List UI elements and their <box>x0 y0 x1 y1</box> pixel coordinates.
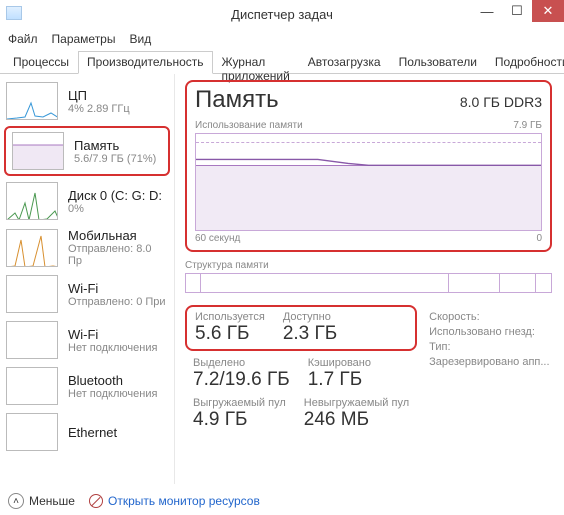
app-icon <box>6 6 22 20</box>
cpu-title: ЦП <box>68 88 130 103</box>
wifi2-mini-graph <box>6 321 58 359</box>
usage-label: Использование памяти <box>195 120 303 131</box>
available-label: Доступно <box>283 311 337 323</box>
nonpaged-value: 246 МБ <box>304 409 409 431</box>
mobile-mini-graph <box>6 229 58 267</box>
mobile-sub: Отправлено: 8.0 Пр <box>68 243 168 267</box>
bluetooth-title: Bluetooth <box>68 373 157 388</box>
tab-users[interactable]: Пользователи <box>390 51 486 74</box>
sidebar-item-bluetooth[interactable]: Bluetooth Нет подключения <box>0 363 174 409</box>
chevron-up-icon: ˄ <box>8 493 24 509</box>
sidebar-item-wifi1[interactable]: Wi-Fi Отправлено: 0 При <box>0 271 174 317</box>
wifi1-sub: Отправлено: 0 При <box>68 296 166 308</box>
close-button[interactable]: ✕ <box>532 0 564 22</box>
wifi2-sub: Нет подключения <box>68 342 157 354</box>
memory-title: Память <box>74 138 156 153</box>
paged-value: 4.9 ГБ <box>193 409 286 431</box>
fewer-details-label: Меньше <box>29 494 75 508</box>
tab-processes[interactable]: Процессы <box>4 51 78 74</box>
window-controls: — ☐ ✕ <box>472 0 564 22</box>
stats-highlight: Используется 5.6 ГБ Доступно 2.3 ГБ <box>185 305 417 351</box>
cpu-mini-graph <box>6 82 58 120</box>
menubar: Файл Параметры Вид <box>0 28 564 50</box>
memory-spec: 8.0 ГБ DDR3 <box>460 94 542 110</box>
disk-sub: 0% <box>68 203 162 215</box>
usage-max: 7.9 ГБ <box>513 120 542 131</box>
bluetooth-mini-graph <box>6 367 58 405</box>
reserved-label: Зарезервировано апп... <box>429 356 549 368</box>
wifi1-title: Wi-Fi <box>68 281 166 296</box>
open-resmon-label: Открыть монитор ресурсов <box>108 494 260 508</box>
xaxis-left: 60 секунд <box>195 233 240 244</box>
committed-value: 7.2/19.6 ГБ <box>193 369 290 391</box>
sidebar: ЦП 4% 2.89 ГГц Память 5.6/7.9 ГБ (71%) Д… <box>0 74 175 484</box>
fewer-details-button[interactable]: ˄ Меньше <box>8 493 75 509</box>
cached-value: 1.7 ГБ <box>308 369 371 391</box>
sidebar-item-wifi2[interactable]: Wi-Fi Нет подключения <box>0 317 174 363</box>
footer: ˄ Меньше Открыть монитор ресурсов <box>8 493 260 509</box>
type-label: Тип: <box>429 341 549 353</box>
paged-label: Выгружаемый пул <box>193 397 286 409</box>
disk-mini-graph <box>6 182 58 220</box>
bluetooth-sub: Нет подключения <box>68 388 157 400</box>
speed-label: Скорость: <box>429 311 549 323</box>
xaxis-right: 0 <box>536 233 542 244</box>
resmon-icon <box>89 494 103 508</box>
tab-startup[interactable]: Автозагрузка <box>299 51 390 74</box>
menu-options[interactable]: Параметры <box>52 32 116 46</box>
tab-apphistory[interactable]: Журнал приложений <box>213 51 299 74</box>
ethernet-mini-graph <box>6 413 58 451</box>
slots-label: Использовано гнезд: <box>429 326 549 338</box>
stats-area: Используется 5.6 ГБ Доступно 2.3 ГБ Выде… <box>185 305 552 431</box>
minimize-button[interactable]: — <box>472 0 502 22</box>
sidebar-item-disk[interactable]: Диск 0 (C: G: D: 0% <box>0 178 174 224</box>
memory-composition-bar <box>185 273 552 293</box>
nonpaged-label: Невыгружаемый пул <box>304 397 409 409</box>
disk-title: Диск 0 (C: G: D: <box>68 188 162 203</box>
memory-usage-graph <box>195 133 542 231</box>
titlebar: Диспетчер задач — ☐ ✕ <box>0 0 564 28</box>
wifi1-mini-graph <box>6 275 58 313</box>
memory-sub: 5.6/7.9 ГБ (71%) <box>74 153 156 165</box>
main-panel: Память 8.0 ГБ DDR3 Использование памяти … <box>175 74 564 484</box>
content: ЦП 4% 2.89 ГГц Память 5.6/7.9 ГБ (71%) Д… <box>0 74 564 484</box>
window-title: Диспетчер задач <box>231 7 333 22</box>
sidebar-item-ethernet[interactable]: Ethernet <box>0 409 174 455</box>
menu-view[interactable]: Вид <box>129 32 151 46</box>
tabs: Процессы Производительность Журнал прило… <box>0 50 564 74</box>
committed-label: Выделено <box>193 357 290 369</box>
sidebar-item-mobile[interactable]: Мобильная Отправлено: 8.0 Пр <box>0 224 174 271</box>
in-use-label: Используется <box>195 311 265 323</box>
main-title: Память <box>195 86 279 114</box>
sidebar-item-memory[interactable]: Память 5.6/7.9 ГБ (71%) <box>4 126 170 176</box>
wifi2-title: Wi-Fi <box>68 327 157 342</box>
memory-overview-highlight: Память 8.0 ГБ DDR3 Использование памяти … <box>185 80 552 252</box>
available-value: 2.3 ГБ <box>283 323 337 345</box>
maximize-button[interactable]: ☐ <box>502 0 532 22</box>
tab-performance[interactable]: Производительность <box>78 51 212 74</box>
in-use-value: 5.6 ГБ <box>195 323 265 345</box>
struct-label: Структура памяти <box>185 260 552 271</box>
cpu-sub: 4% 2.89 ГГц <box>68 103 130 115</box>
ethernet-title: Ethernet <box>68 425 117 440</box>
memory-mini-graph <box>12 132 64 170</box>
tab-details[interactable]: Подробности <box>486 51 564 74</box>
mobile-title: Мобильная <box>68 228 168 243</box>
sidebar-item-cpu[interactable]: ЦП 4% 2.89 ГГц <box>0 78 174 124</box>
cached-label: Кэшировано <box>308 357 371 369</box>
open-resmon-link[interactable]: Открыть монитор ресурсов <box>89 494 260 508</box>
menu-file[interactable]: Файл <box>8 32 38 46</box>
